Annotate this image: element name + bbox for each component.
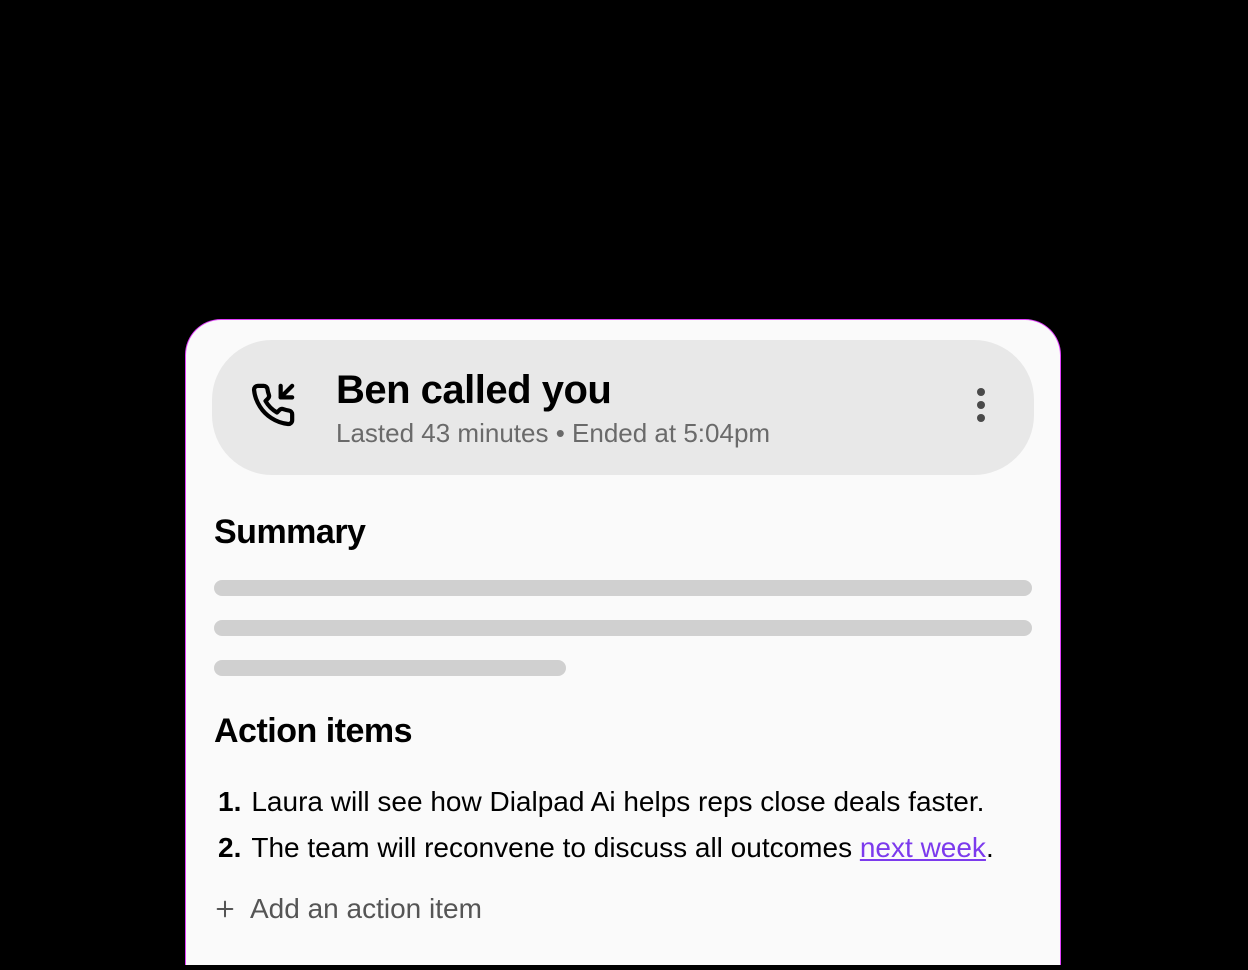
more-options-button[interactable] xyxy=(968,378,994,437)
action-items-heading: Action items xyxy=(214,712,1032,751)
action-item-number: 2. xyxy=(218,825,241,871)
call-header: Ben called you Lasted 43 minutes • Ended… xyxy=(212,340,1034,475)
skeleton-line xyxy=(214,660,566,676)
skeleton-line xyxy=(214,580,1032,596)
action-item-text: Laura will see how Dialpad Ai helps reps… xyxy=(251,779,984,825)
call-header-text: Ben called you Lasted 43 minutes • Ended… xyxy=(336,366,968,449)
summary-placeholder xyxy=(214,580,1032,676)
action-item-number: 1. xyxy=(218,779,241,825)
next-week-link[interactable]: next week xyxy=(860,832,986,863)
call-ended-time: Ended at 5:04pm xyxy=(572,418,770,448)
action-items-list: 1. Laura will see how Dialpad Ai helps r… xyxy=(214,779,1032,871)
summary-heading: Summary xyxy=(214,513,1032,552)
action-item: 2. The team will reconvene to discuss al… xyxy=(218,825,1032,871)
call-content: Summary Action items 1. Laura will see h… xyxy=(212,513,1034,925)
action-item-text: The team will reconvene to discuss all o… xyxy=(251,825,993,871)
meta-separator: • xyxy=(548,418,572,448)
call-title: Ben called you xyxy=(336,366,968,414)
plus-icon xyxy=(214,898,236,920)
call-duration: Lasted 43 minutes xyxy=(336,418,548,448)
add-action-item-button[interactable]: Add an action item xyxy=(214,893,1032,925)
add-action-label: Add an action item xyxy=(250,893,482,925)
action-item: 1. Laura will see how Dialpad Ai helps r… xyxy=(218,779,1032,825)
more-vertical-icon xyxy=(976,386,986,424)
call-meta: Lasted 43 minutes • Ended at 5:04pm xyxy=(336,418,968,449)
skeleton-line xyxy=(214,620,1032,636)
incoming-call-icon xyxy=(250,382,296,433)
call-summary-card: Ben called you Lasted 43 minutes • Ended… xyxy=(185,319,1061,965)
